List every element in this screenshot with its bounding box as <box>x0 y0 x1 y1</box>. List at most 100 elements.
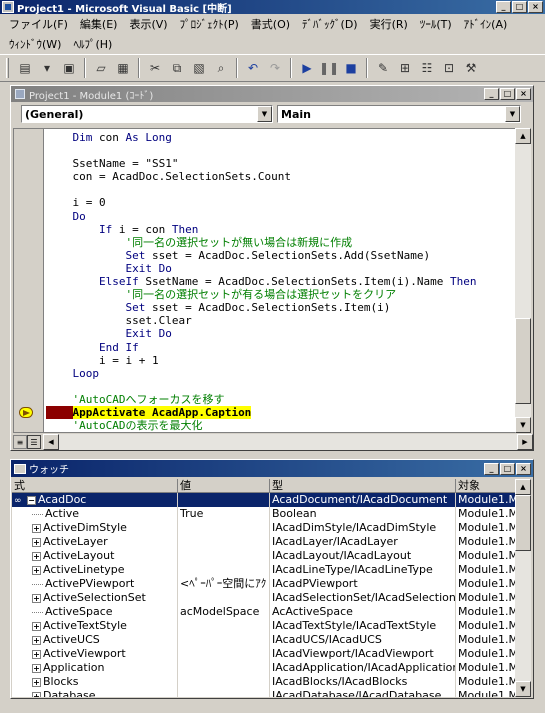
menu-item[interactable]: 書式(O) <box>250 16 291 32</box>
open-icon[interactable]: ▱ <box>91 58 111 78</box>
expand-icon[interactable]: + <box>32 649 41 659</box>
insert-module-icon[interactable]: ▾ <box>37 58 57 78</box>
expand-icon[interactable]: + <box>32 691 41 697</box>
watch-row[interactable]: + ActiveDimStyle IAcadDimStyle/IAcadDimSty… <box>12 521 517 535</box>
code-line[interactable]: i = i + 1 <box>46 354 477 367</box>
code-vertical-scrollbar[interactable]: ▲ ▼ <box>515 128 531 433</box>
code-line[interactable]: sset.Clear <box>46 314 477 327</box>
copy-icon[interactable]: ⧉ <box>167 58 187 78</box>
watch-row[interactable]: + ActiveSelectionSet IAcadSelectionSet/IAc… <box>12 591 517 605</box>
chevron-down-icon[interactable]: ▼ <box>257 106 272 122</box>
column-header-expression[interactable]: 式 <box>12 479 178 492</box>
code-line[interactable]: 'AutoCADへフォーカスを移す <box>46 393 477 406</box>
indicator-margin[interactable] <box>14 129 44 432</box>
code-line[interactable]: If i = con Then <box>46 223 477 236</box>
scroll-up-icon[interactable]: ▲ <box>515 479 531 495</box>
code-line[interactable]: '同一名の選択セットが無い場合は新規に作成 <box>46 236 477 249</box>
toolbox-icon[interactable]: ⚒ <box>461 58 481 78</box>
menu-item[interactable]: ﾌﾟﾛｼﾞｪｸﾄ(P) <box>179 16 240 32</box>
code-line[interactable]: '同一名の選択セットが有る場合は選択セットをクリア <box>46 288 477 301</box>
expand-icon[interactable]: + <box>32 551 41 561</box>
column-header-value[interactable]: 値 <box>178 479 270 492</box>
watch-row[interactable]: ∞ − AcadDoc AcadDocument/IAcadDocument Modul… <box>12 493 517 507</box>
column-header-context[interactable]: 対象 <box>456 479 517 492</box>
watch-row[interactable]: + ActiveLinetype IAcadLineType/IAcadLineTy… <box>12 563 517 577</box>
watch-row[interactable]: Active TrueBooleanModule1.Main <box>12 507 517 521</box>
code-editor[interactable]: Dim con As Long SsetName = "SS1" con = A… <box>13 128 519 433</box>
watch-row[interactable]: + ActiveLayout IAcadLayout/IAcadLayout Modu… <box>12 549 517 563</box>
menu-item[interactable]: ファイル(F) <box>8 16 69 32</box>
scroll-down-icon[interactable]: ▼ <box>515 681 531 697</box>
code-line[interactable]: Loop <box>46 367 477 380</box>
code-line[interactable]: i = 0 <box>46 196 477 209</box>
scroll-thumb[interactable] <box>515 495 531 551</box>
expand-icon[interactable]: + <box>32 663 41 673</box>
cut-icon[interactable]: ✂ <box>145 58 165 78</box>
watch-row[interactable]: +Blocks IAcadBlocks/IAcadBlocksModule1.Ma… <box>12 675 517 689</box>
reset-icon[interactable]: ■ <box>341 58 361 78</box>
watch-row[interactable]: ActivePViewport <ﾍﾟｰﾊﾟｰ空間にｱｸ IAcadPViewpor… <box>12 577 517 591</box>
full-module-view-icon[interactable]: ☰ <box>27 435 41 449</box>
scroll-thumb[interactable] <box>515 318 531 404</box>
object-combo[interactable]: (General) ▼ <box>21 105 273 123</box>
disk-icon[interactable]: ▦ <box>113 58 133 78</box>
code-line[interactable] <box>46 183 477 196</box>
menu-item[interactable]: 実行(R) <box>369 16 409 32</box>
code-line[interactable] <box>46 144 477 157</box>
watch-row[interactable]: + Database IAcadDatabase/IAcadDatabase Modu… <box>12 689 517 697</box>
watch-minimize-button[interactable]: _ <box>484 462 499 475</box>
watch-grid[interactable]: 式 値 型 対象 ∞ − AcadDoc AcadDocument/IAcadDocu… <box>12 479 517 697</box>
menu-item[interactable]: 表示(V) <box>128 16 168 32</box>
watch-row[interactable]: + ActiveTextStyle IAcadTextStyle/IAcadText… <box>12 619 517 633</box>
expand-icon[interactable]: + <box>32 593 41 603</box>
undo-icon[interactable]: ↶ <box>243 58 263 78</box>
watch-row[interactable]: + ActiveLayer IAcadLayer/IAcadLayer Module1… <box>12 535 517 549</box>
toolbar-grip[interactable] <box>6 58 9 78</box>
code-line[interactable]: Exit Do <box>46 262 477 275</box>
watch-close-button[interactable]: × <box>516 462 531 475</box>
code-line[interactable]: End If <box>46 341 477 354</box>
menu-item[interactable]: 編集(E) <box>79 16 119 32</box>
code-line[interactable]: Set sset = AcadDoc.SelectionSets.Add(Sse… <box>46 249 477 262</box>
redo-icon[interactable]: ↷ <box>265 58 285 78</box>
paste-icon[interactable]: ▧ <box>189 58 209 78</box>
code-line[interactable]: Exit Do <box>46 327 477 340</box>
column-header-type[interactable]: 型 <box>270 479 456 492</box>
code-minimize-button[interactable]: _ <box>484 88 499 100</box>
procedure-view-icon[interactable]: ≡ <box>13 435 27 449</box>
code-text[interactable]: Dim con As Long SsetName = "SS1" con = A… <box>46 131 477 432</box>
watch-maximize-button[interactable]: □ <box>500 462 515 475</box>
scroll-down-icon[interactable]: ▼ <box>515 417 531 433</box>
close-button[interactable]: × <box>528 1 543 13</box>
code-line[interactable]: ElseIf SsetName = AcadDoc.SelectionSets.… <box>46 275 477 288</box>
code-line[interactable] <box>46 380 477 393</box>
chevron-down-icon[interactable]: ▼ <box>505 106 520 122</box>
code-close-button[interactable]: × <box>516 88 531 100</box>
find-icon[interactable]: ⌕ <box>211 58 231 78</box>
code-line[interactable]: Set sset = AcadDoc.SelectionSets.Item(i) <box>46 301 477 314</box>
collapse-icon[interactable]: − <box>27 495 36 505</box>
menu-item[interactable]: ﾍﾙﾌﾟ(H) <box>72 36 113 52</box>
break-icon[interactable]: ❚❚ <box>319 58 339 78</box>
run-icon[interactable]: ▶ <box>297 58 317 78</box>
maximize-button[interactable]: □ <box>512 1 527 13</box>
watch-vertical-scrollbar[interactable]: ▲ ▼ <box>515 479 531 697</box>
vba-app-icon[interactable] <box>2 1 14 13</box>
expand-icon[interactable]: + <box>32 523 41 533</box>
scroll-left-icon[interactable]: ◀ <box>43 434 59 450</box>
menu-item[interactable]: ｱﾄﾞｲﾝ(A) <box>463 16 509 32</box>
minimize-button[interactable]: _ <box>496 1 511 13</box>
expand-icon[interactable]: + <box>32 537 41 547</box>
view-excel-icon[interactable]: ▤ <box>15 58 35 78</box>
menu-item[interactable]: ﾂｰﾙ(T) <box>419 16 453 32</box>
watch-row[interactable]: +ActiveUCS IAcadUCS/IAcadUCSModule1.Main <box>12 633 517 647</box>
menu-item[interactable]: ｳｨﾝﾄﾞｳ(W) <box>8 36 62 52</box>
code-line[interactable]: con = AcadDoc.SelectionSets.Count <box>46 170 477 183</box>
menu-item[interactable]: ﾃﾞﾊﾞｯｸﾞ(D) <box>301 16 359 32</box>
watch-row[interactable]: ActiveSpace acModelSpace AcActiveSpace Modu… <box>12 605 517 619</box>
watch-row[interactable]: + ActiveViewport IAcadViewport/IAcadViewpo… <box>12 647 517 661</box>
object-browser-icon[interactable]: ⊡ <box>439 58 459 78</box>
code-line[interactable]: SsetName = "SS1" <box>46 157 477 170</box>
expand-icon[interactable]: + <box>32 635 41 645</box>
procedure-combo[interactable]: Main ▼ <box>277 105 521 123</box>
